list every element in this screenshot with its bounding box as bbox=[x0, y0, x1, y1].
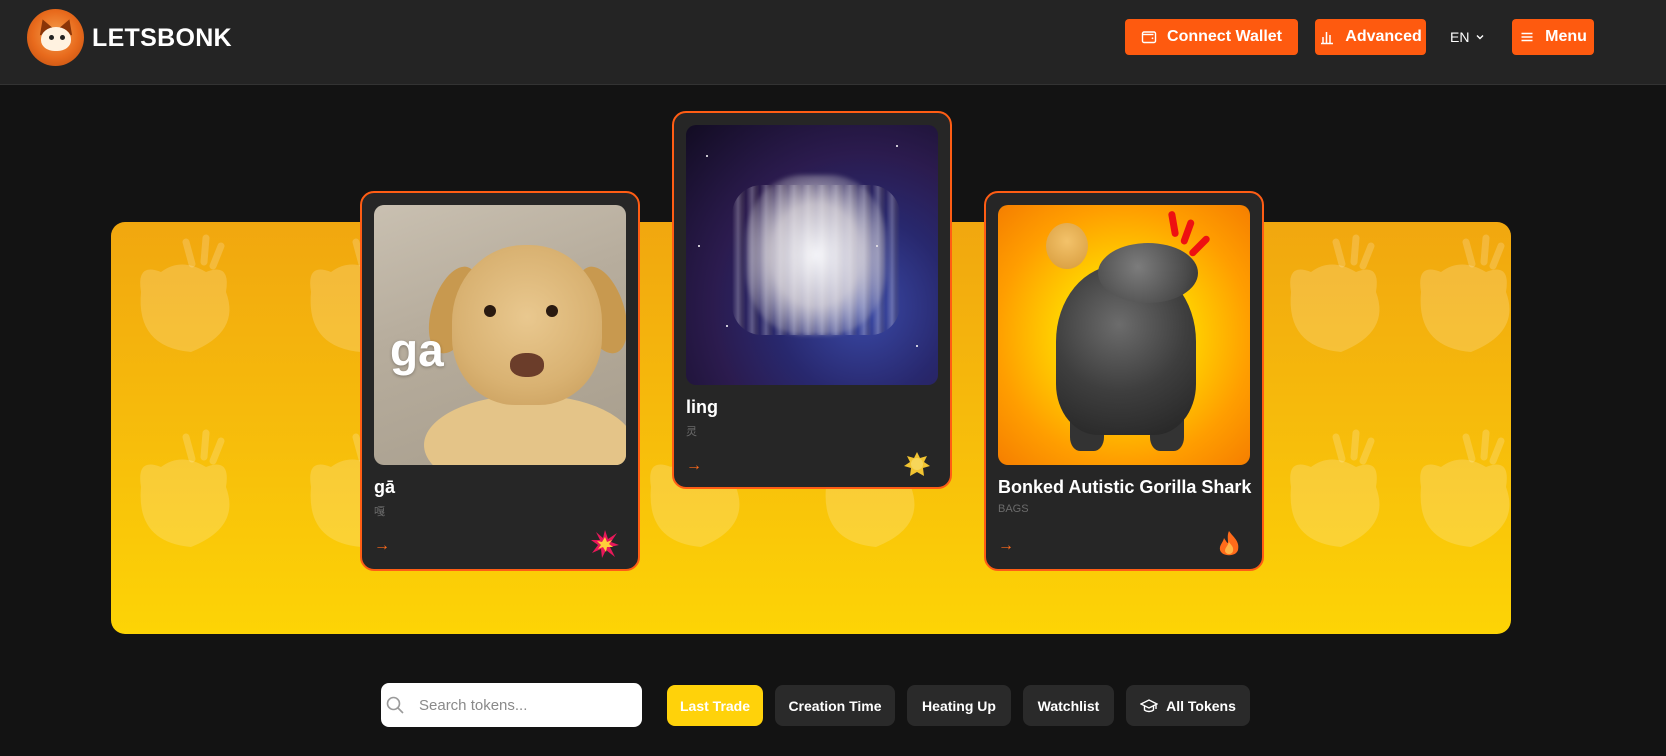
token-card-bags[interactable]: Bonked Autistic Gorilla Shark BAGS → bbox=[984, 191, 1264, 571]
top-bar: LETSBONK Connect Wallet Advanced EN Menu bbox=[0, 0, 1666, 85]
menu-button[interactable]: Menu bbox=[1512, 19, 1594, 55]
search-box[interactable] bbox=[381, 683, 642, 727]
explosion-icon bbox=[591, 530, 619, 558]
token-subtitle: BAGS bbox=[998, 503, 1029, 515]
arrow-right-icon[interactable]: → bbox=[686, 457, 702, 475]
search-icon bbox=[386, 696, 404, 714]
fire-icon bbox=[1219, 531, 1239, 556]
wallet-icon bbox=[1141, 31, 1157, 44]
connect-wallet-button[interactable]: Connect Wallet bbox=[1125, 19, 1298, 55]
search-input[interactable] bbox=[419, 683, 634, 727]
connect-wallet-label: Connect Wallet bbox=[1167, 28, 1282, 45]
token-title: ling bbox=[686, 397, 718, 417]
filter-creation-time[interactable]: Creation Time bbox=[775, 685, 895, 726]
token-title: Bonked Autistic Gorilla Shark bbox=[998, 477, 1252, 497]
token-image bbox=[998, 205, 1250, 465]
graduation-cap-icon bbox=[1140, 698, 1159, 712]
filter-all-tokens[interactable]: All Tokens bbox=[1126, 685, 1250, 726]
token-image-text: ga bbox=[390, 324, 444, 376]
filter-label: Heating Up bbox=[922, 697, 996, 714]
hamburger-icon bbox=[1521, 32, 1533, 42]
filter-heating-up[interactable]: Heating Up bbox=[907, 685, 1011, 726]
arrow-right-icon[interactable]: → bbox=[998, 537, 1014, 555]
arrow-right-icon[interactable]: → bbox=[374, 537, 390, 555]
filter-watchlist[interactable]: Watchlist bbox=[1023, 685, 1114, 726]
filter-label: Last Trade bbox=[679, 697, 751, 714]
filter-last-trade[interactable]: Last Trade bbox=[667, 685, 763, 726]
chevron-down-icon bbox=[1476, 35, 1484, 40]
advanced-button[interactable]: Advanced bbox=[1315, 19, 1426, 55]
token-card-ling[interactable]: ling 灵 → bbox=[672, 111, 952, 489]
advanced-label: Advanced bbox=[1345, 28, 1422, 45]
token-title: gā bbox=[374, 477, 396, 497]
language-label: EN bbox=[1450, 29, 1470, 45]
brand-name[interactable]: LETSBONK bbox=[92, 24, 232, 53]
menu-label: Menu bbox=[1545, 28, 1587, 45]
token-card-ga[interactable]: ga gā 嘎 → bbox=[360, 191, 640, 571]
language-selector[interactable]: EN bbox=[1450, 29, 1485, 45]
splat-icon bbox=[904, 452, 930, 476]
filter-label: All Tokens bbox=[1166, 697, 1236, 714]
token-image bbox=[686, 125, 938, 385]
bar-chart-icon bbox=[1321, 32, 1334, 45]
letsbonk-logo[interactable] bbox=[27, 9, 84, 66]
token-subtitle: 灵 bbox=[686, 426, 697, 438]
token-image: ga bbox=[374, 205, 626, 465]
filter-label: Creation Time bbox=[788, 697, 882, 714]
filter-label: Watchlist bbox=[1037, 697, 1100, 714]
token-subtitle: 嘎 bbox=[374, 506, 385, 518]
